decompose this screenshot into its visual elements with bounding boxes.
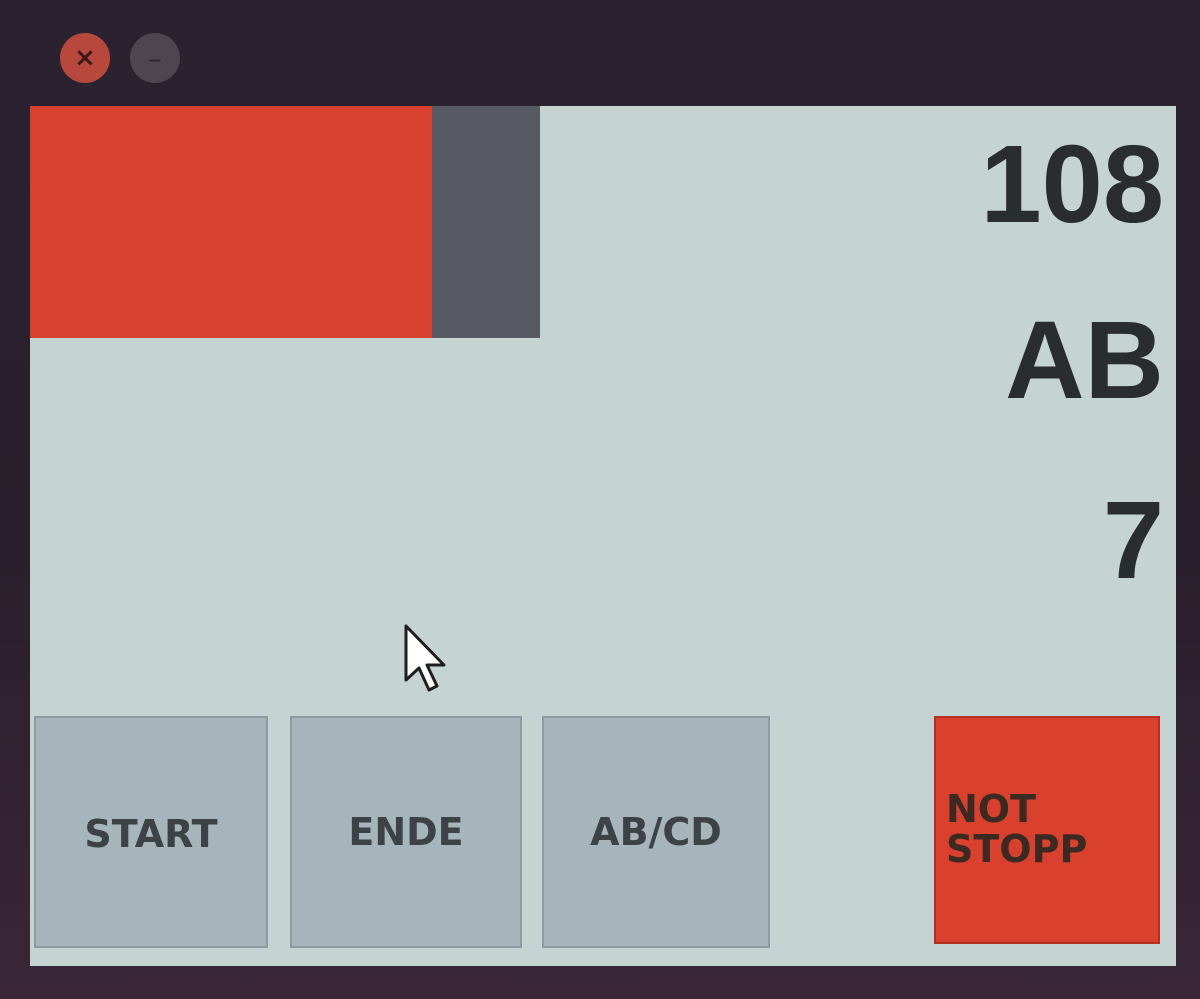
emergency-stop-button[interactable]: NOT STOPP [934,716,1160,944]
start-button[interactable]: START [34,716,268,948]
status-indicator-red [30,106,432,338]
window-titlebar: × – [40,25,1180,95]
emergency-stop-label-line2: STOPP [946,827,1088,871]
minimize-icon: – [148,41,162,75]
start-button-label: START [84,812,218,856]
ende-button-label: ENDE [348,810,464,854]
emergency-stop-label-line1: NOT [946,787,1037,832]
mouse-pointer-icon [404,624,446,692]
readout-value-1: 108 [980,123,1164,246]
control-panel: 108 AB 7 START ENDE AB/CD NOT STOPP [30,106,1176,966]
readout-value-3: 7 [1102,479,1164,602]
close-icon: × [74,43,96,73]
window-close-button[interactable]: × [60,33,110,83]
ende-button[interactable]: ENDE [290,716,522,948]
readout-value-2: AB [1005,299,1164,422]
ab-cd-button-label: AB/CD [590,810,722,854]
window-minimize-button[interactable]: – [130,33,180,83]
status-indicator-gray [432,106,540,338]
ab-cd-button[interactable]: AB/CD [542,716,770,948]
